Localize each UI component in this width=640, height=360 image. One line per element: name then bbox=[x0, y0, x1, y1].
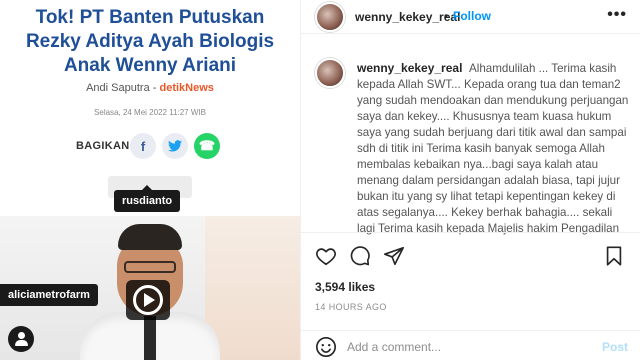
facebook-share-icon: f bbox=[130, 133, 156, 159]
post-sidebar: wenny_kekey_real • Follow ••• wenny_keke… bbox=[300, 0, 640, 360]
caption-username[interactable]: wenny_kekey_real bbox=[357, 61, 462, 75]
more-options-icon[interactable]: ••• bbox=[607, 6, 627, 24]
share-icon[interactable] bbox=[383, 245, 405, 267]
avatar[interactable] bbox=[315, 2, 345, 32]
instagram-post-view: Tok! PT Banten Putuskan Rezky Aditya Aya… bbox=[0, 0, 640, 360]
user-tag-rusdianto[interactable]: rusdianto bbox=[114, 185, 181, 212]
article-byline: Andi Saputra - detikNews bbox=[0, 82, 300, 94]
photo-hair bbox=[118, 224, 182, 250]
comment-icon[interactable] bbox=[349, 245, 371, 267]
twitter-share-icon bbox=[162, 133, 188, 159]
caption: wenny_kekey_real Alhamdulilah ... Terima… bbox=[301, 50, 640, 235]
caption-text-block: wenny_kekey_real Alhamdulilah ... Terima… bbox=[357, 60, 629, 237]
likes-count[interactable]: 3,594 likes bbox=[315, 280, 375, 294]
post-comment-button[interactable]: Post bbox=[602, 340, 628, 354]
caption-avatar[interactable] bbox=[315, 58, 345, 88]
play-button[interactable] bbox=[126, 280, 170, 320]
photo-glasses bbox=[124, 261, 176, 273]
caption-text: Alhamdulilah ... Terima kasih kepada All… bbox=[357, 62, 629, 235]
article-author: Andi Saputra bbox=[86, 82, 150, 94]
person-icon-body bbox=[14, 340, 28, 346]
heart-icon[interactable] bbox=[315, 245, 337, 267]
article-source: detikNews bbox=[159, 82, 214, 94]
separator-dot: • bbox=[444, 9, 449, 23]
emoji-icon[interactable] bbox=[315, 336, 337, 358]
tagged-users-button[interactable] bbox=[8, 326, 34, 352]
whatsapp-share-icon: ☎ bbox=[194, 133, 220, 159]
person-icon bbox=[17, 332, 25, 339]
photo-tie bbox=[144, 316, 156, 360]
post-image[interactable]: Tok! PT Banten Putuskan Rezky Aditya Aya… bbox=[0, 0, 300, 360]
post-timestamp[interactable]: 14 HOURS AGO bbox=[315, 302, 387, 312]
share-label: BAGIKAN bbox=[76, 140, 130, 152]
play-icon bbox=[133, 285, 163, 315]
article-headline: Tok! PT Banten Putuskan Rezky Aditya Aya… bbox=[25, 7, 275, 76]
post-header: wenny_kekey_real • Follow ••• bbox=[301, 0, 640, 34]
comment-input[interactable] bbox=[347, 338, 587, 356]
user-tag-aliciametrofarm[interactable]: aliciametrofarm bbox=[0, 284, 98, 306]
photo-background bbox=[205, 216, 300, 360]
article-date: Selasa, 24 Mei 2022 11:27 WIB bbox=[94, 108, 206, 117]
follow-button[interactable]: Follow bbox=[453, 9, 491, 23]
bookmark-icon[interactable] bbox=[603, 245, 625, 267]
